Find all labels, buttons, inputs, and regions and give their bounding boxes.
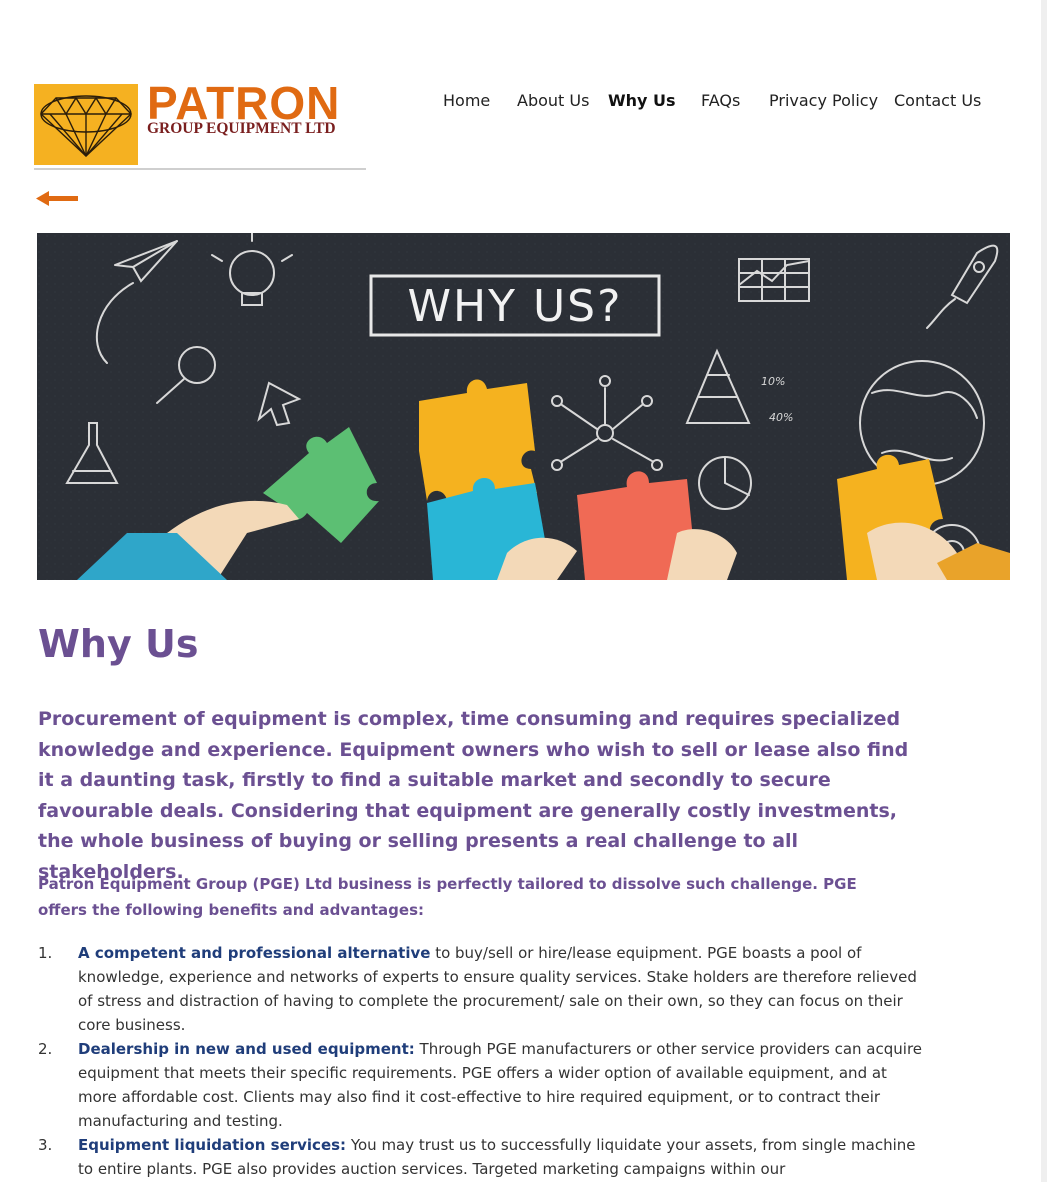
logo-subtitle: GROUP EQUIPMENT LTD	[147, 120, 336, 137]
intro-paragraph: Patron Equipment Group (PGE) Ltd busines…	[38, 875, 857, 919]
page-title: Why Us	[38, 622, 199, 666]
list-item: 3. Equipment liquidation services: You ma…	[38, 1133, 928, 1181]
lead-paragraph: Procurement of equipment is complex, tim…	[38, 708, 909, 883]
benefit-title: A competent and professional alternative	[78, 944, 431, 962]
logo-divider	[34, 168, 366, 170]
list-item-number: 2.	[38, 1040, 53, 1058]
diamond-logo-mark	[34, 84, 138, 165]
left-arrow-icon	[36, 191, 78, 206]
nav-item-why-us[interactable]: Why Us	[608, 91, 676, 110]
nav-item-home[interactable]: Home	[443, 91, 490, 110]
banner-chart-label-2: 40%	[769, 411, 793, 424]
banner-chart-label-1: 10%	[761, 375, 785, 388]
benefit-title: Equipment liquidation services:	[78, 1136, 347, 1154]
company-logo[interactable]: PATRON GROUP EQUIPMENT LTD	[34, 77, 366, 170]
list-item-number: 3.	[38, 1136, 53, 1154]
benefits-list: 1. A competent and professional alternati…	[38, 941, 928, 1181]
page-scroll-strip	[1041, 0, 1047, 1182]
nav-item-contact-us[interactable]: Contact Us	[894, 91, 981, 110]
list-item-number: 1.	[38, 944, 53, 962]
benefit-title: Dealership in new and used equipment:	[78, 1040, 415, 1058]
list-item: 2. Dealership in new and used equipment: …	[38, 1037, 928, 1133]
back-button[interactable]	[36, 189, 80, 214]
diamond-icon	[40, 95, 132, 157]
nav-item-privacy-policy[interactable]: Privacy Policy	[769, 91, 878, 110]
nav-item-faqs[interactable]: FAQs	[701, 91, 740, 110]
banner-title: WHY US?	[408, 281, 623, 332]
why-us-banner-image: 10% 40% WHY US?	[37, 233, 1010, 580]
nav-item-about-us[interactable]: About Us	[517, 91, 589, 110]
list-item: 1. A competent and professional alternati…	[38, 941, 928, 1037]
